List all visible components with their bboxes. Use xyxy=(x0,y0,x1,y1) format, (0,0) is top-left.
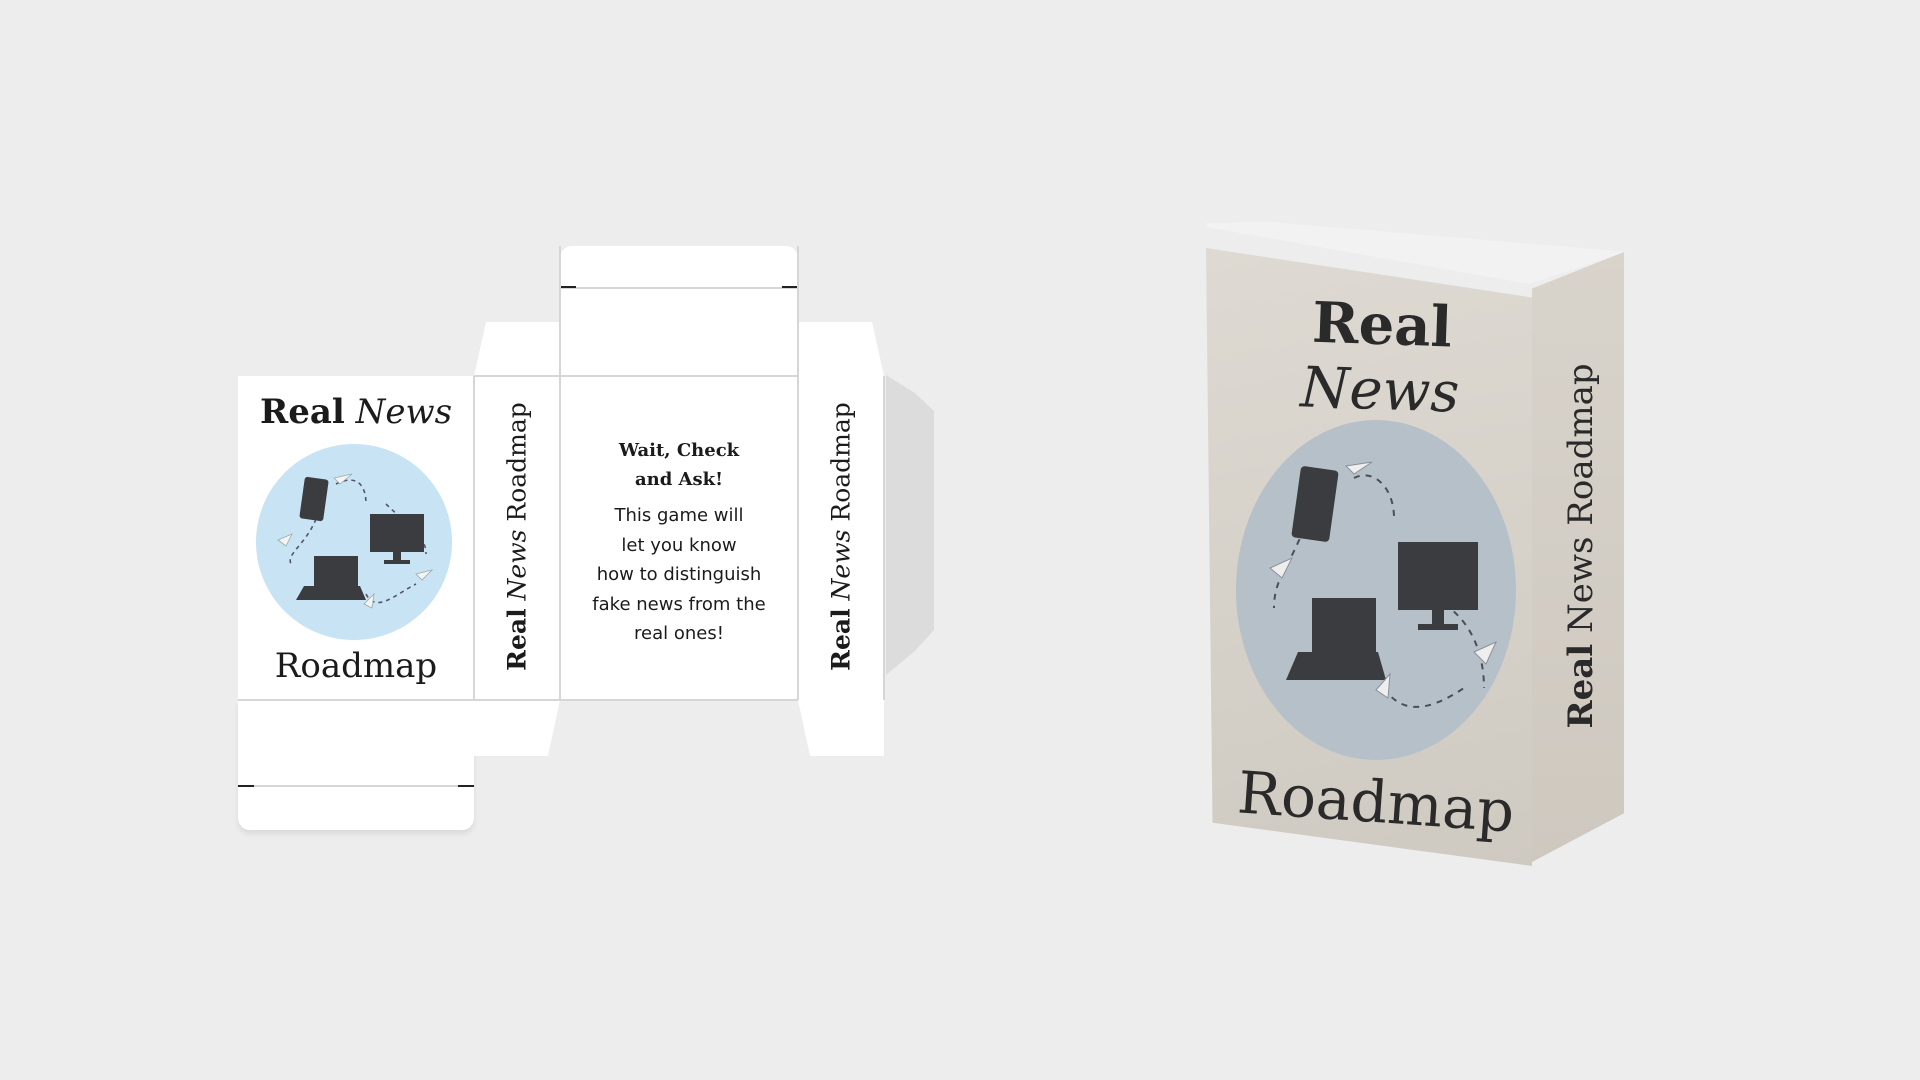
spine-news: News xyxy=(502,529,532,601)
left-spine-text: Real News Roadmap xyxy=(503,375,532,699)
fold-line xyxy=(238,699,474,701)
back-body-line: let you know xyxy=(621,534,737,556)
box-title-real: Real xyxy=(1311,289,1454,361)
front-panel: Real News Roadmap xyxy=(238,376,474,700)
spine-news: News xyxy=(826,529,856,601)
box-side-text: Real News Roadmap xyxy=(1561,286,1601,806)
fold-line xyxy=(238,785,474,787)
box-title: Real News xyxy=(1234,287,1528,428)
back-heading: Wait, Check and Ask! xyxy=(560,436,798,494)
cut-mark xyxy=(560,286,576,288)
back-top-flap xyxy=(560,246,798,376)
front-title-news: News xyxy=(355,392,453,432)
devices-illustration xyxy=(256,444,452,640)
cut-mark xyxy=(782,286,798,288)
fold-line xyxy=(883,376,885,700)
left-spine-panel: Real News Roadmap xyxy=(474,376,560,700)
spine-roadmap: Roadmap xyxy=(826,402,856,522)
spine-real: Real xyxy=(826,608,856,671)
front-subtitle: Roadmap xyxy=(274,646,438,686)
fold-line xyxy=(473,376,475,700)
back-panel: Wait, Check and Ask! This game will let … xyxy=(560,376,798,700)
front-title-real: Real xyxy=(259,392,345,432)
box-side: Real News Roadmap xyxy=(1532,252,1624,862)
box-side-real: Real xyxy=(1561,643,1601,729)
box-devices-illustration xyxy=(1236,420,1516,760)
left-spine-bottom-tab xyxy=(474,700,560,756)
assembled-box: Real News Roadmap Real News Roadmap xyxy=(1190,210,1650,870)
box-subtitle: Roadmap xyxy=(1235,758,1517,846)
front-bottom-flap xyxy=(238,700,474,830)
back-body: This game will let you know how to disti… xyxy=(560,501,798,649)
back-heading-line: Wait, Check xyxy=(618,440,740,461)
spine-roadmap: Roadmap xyxy=(502,402,532,522)
left-spine-top-tab xyxy=(474,322,560,376)
dieline-shadow xyxy=(886,375,934,675)
front-title: Real News xyxy=(238,392,474,432)
fold-line xyxy=(560,287,798,289)
box-title-news: News xyxy=(1299,355,1461,426)
box-side-rest: News Roadmap xyxy=(1561,363,1601,633)
cut-mark xyxy=(458,785,474,787)
spine-real: Real xyxy=(502,608,532,671)
box-front: Real News Roadmap xyxy=(1206,248,1532,866)
back-body-line: real ones! xyxy=(634,623,724,644)
fold-line xyxy=(797,246,799,700)
right-spine-bottom-tab xyxy=(798,700,884,756)
right-spine-panel: Real News Roadmap xyxy=(798,376,884,700)
box-dieline: Real News Roadmap Real News Roadmap Wait… xyxy=(0,0,960,1080)
right-spine-text: Real News Roadmap xyxy=(827,375,856,699)
cut-mark xyxy=(238,785,254,787)
fold-line xyxy=(559,246,561,700)
back-body-line: how to distinguish xyxy=(596,564,762,585)
back-body-line: fake news from the xyxy=(592,593,766,615)
back-heading-line: and Ask! xyxy=(634,469,724,490)
right-spine-top-tab xyxy=(798,322,884,376)
back-body-line: This game will xyxy=(614,505,744,526)
